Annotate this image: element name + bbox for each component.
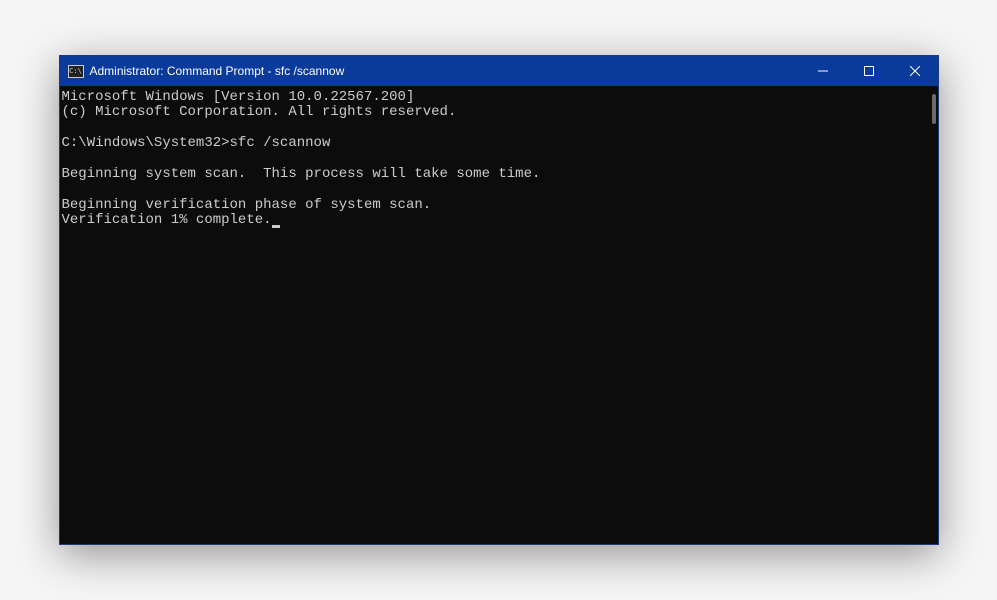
window-controls — [800, 56, 938, 86]
minimize-button[interactable] — [800, 56, 846, 86]
output-line: (c) Microsoft Corporation. All rights re… — [62, 104, 457, 120]
titlebar[interactable]: C:\ Administrator: Command Prompt - sfc … — [60, 56, 938, 86]
command-prompt-window: C:\ Administrator: Command Prompt - sfc … — [59, 55, 939, 545]
output-line: Beginning verification phase of system s… — [62, 197, 432, 213]
prompt-line: C:\Windows\System32>sfc /scannow — [62, 135, 331, 151]
maximize-button[interactable] — [846, 56, 892, 86]
output-line: Beginning system scan. This process will… — [62, 166, 541, 182]
cmd-icon: C:\ — [68, 65, 84, 78]
scrollbar-thumb[interactable] — [932, 94, 936, 124]
terminal-body[interactable]: Microsoft Windows [Version 10.0.22567.20… — [60, 86, 938, 544]
window-title: Administrator: Command Prompt - sfc /sca… — [90, 64, 800, 78]
output-line: Microsoft Windows [Version 10.0.22567.20… — [62, 89, 415, 105]
scrollbar[interactable] — [924, 86, 938, 544]
cursor — [272, 225, 280, 228]
terminal-output: Microsoft Windows [Version 10.0.22567.20… — [62, 90, 936, 229]
close-button[interactable] — [892, 56, 938, 86]
output-line: Verification 1% complete. — [62, 212, 272, 228]
